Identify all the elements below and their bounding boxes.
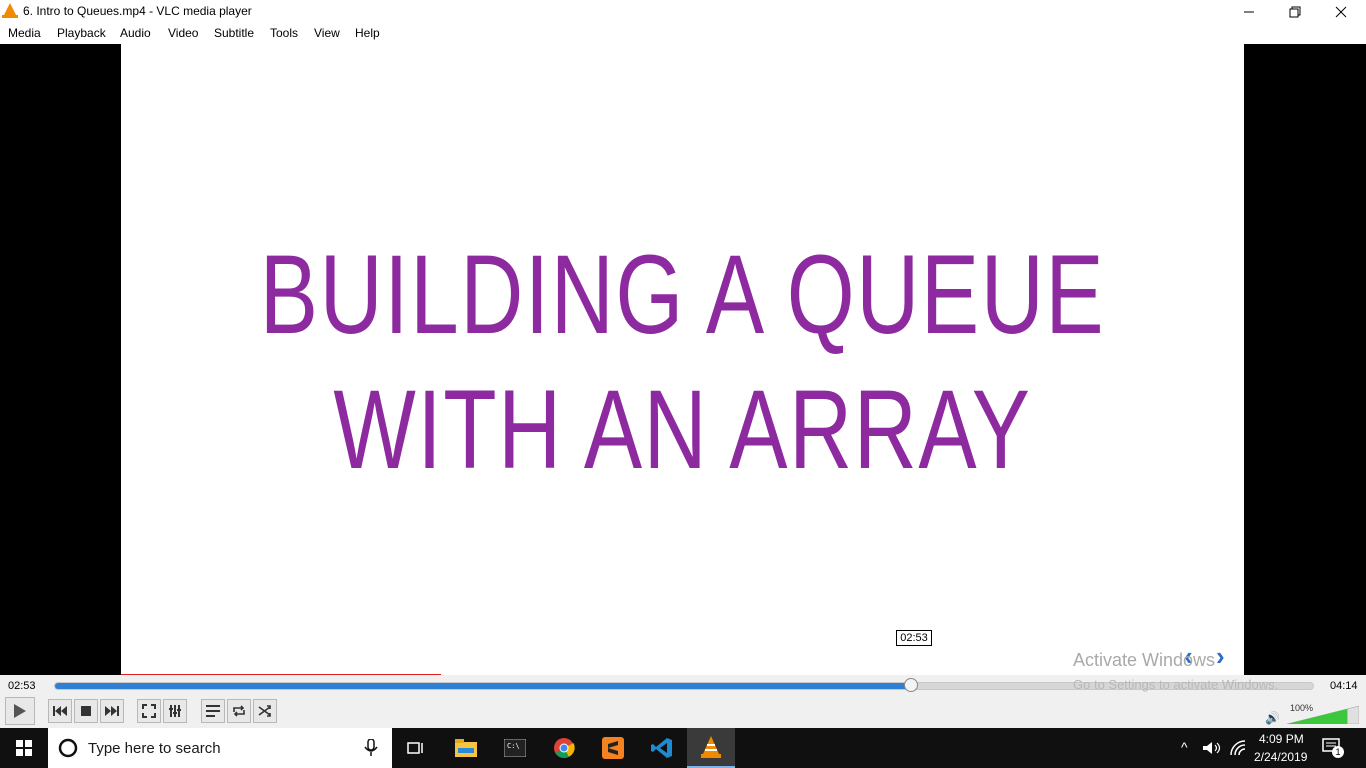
clock-time[interactable]: 4:09 PM [1259,732,1304,746]
taskbar: Type here to search C:\ ^ 4:09 PM 2/24/2… [0,728,1366,768]
sublime-text-icon [602,737,624,759]
taskbar-search[interactable]: Type here to search [48,728,392,768]
seek-bar-fill [55,683,912,689]
taskbar-vscode[interactable] [638,728,686,768]
taskbar-sublime-text[interactable] [589,728,637,768]
menu-bar: Media Playback Audio Video Subtitle Tool… [0,23,1366,44]
play-icon [14,704,26,718]
vscode-icon [651,738,672,758]
menu-subtitle[interactable]: Subtitle [214,26,254,40]
seek-handle[interactable] [903,678,918,692]
next-button[interactable] [100,699,124,723]
title-bar: 6. Intro to Queues.mp4 - VLC media playe… [0,0,1366,23]
window-title: 6. Intro to Queues.mp4 - VLC media playe… [23,4,252,18]
microphone-icon[interactable] [364,739,378,757]
total-time: 04:14 [1330,680,1358,692]
menu-media[interactable]: Media [8,26,41,40]
taskbar-chrome[interactable] [540,728,588,768]
loop-button[interactable] [227,699,251,723]
vlc-cone-icon [2,3,18,18]
seek-time-tooltip: 02:53 [896,630,932,646]
stop-button[interactable] [74,699,98,723]
loop-icon [233,705,245,717]
menu-audio[interactable]: Audio [120,26,151,40]
fullscreen-icon [142,704,156,718]
volume-slider[interactable] [1287,706,1359,724]
shuffle-icon [258,705,271,717]
menu-view[interactable]: View [314,26,340,40]
task-view-button[interactable] [392,728,440,768]
menu-help[interactable]: Help [355,26,380,40]
notification-badge: 1 [1332,746,1344,758]
activate-windows-title: Activate Windows [1073,650,1216,670]
menu-video[interactable]: Video [168,26,198,40]
shuffle-button[interactable] [253,699,277,723]
slide-heading-line-2: WITH AN ARRAY [333,367,1032,492]
restore-button[interactable] [1272,0,1318,23]
cortana-icon [58,738,78,758]
next-icon [105,706,119,716]
slide-heading-line-1: BUILDING A QUEUE [259,232,1106,357]
playlist-button[interactable] [201,699,225,723]
previous-icon [53,706,67,716]
extended-settings-button[interactable] [163,699,187,723]
play-button[interactable] [5,697,35,725]
taskbar-terminal[interactable]: C:\ [491,728,539,768]
close-icon [1335,6,1347,17]
task-view-icon [407,742,423,754]
minimize-button[interactable] [1226,0,1272,23]
chevron-up-icon[interactable]: ^ [1181,739,1188,755]
vlc-cone-icon [701,736,721,758]
chevron-right-icon: › [1216,641,1225,671]
taskbar-file-explorer[interactable] [442,728,490,768]
elapsed-time: 02:53 [8,680,36,692]
video-frame: BUILDING A QUEUE WITH AN ARRAY [121,44,1244,675]
volume-icon[interactable] [1203,741,1221,755]
previous-button[interactable] [48,699,72,723]
chrome-icon [554,738,575,758]
speaker-icon[interactable]: 🔊 [1265,711,1280,725]
windows-logo-icon [16,740,32,756]
svg-text:C:\: C:\ [507,742,520,750]
search-placeholder: Type here to search [88,740,221,757]
playlist-icon [206,705,220,717]
menu-playback[interactable]: Playback [57,26,106,40]
start-button[interactable] [0,728,48,768]
fullscreen-button[interactable] [137,699,161,723]
wifi-icon[interactable] [1230,740,1248,756]
clock-date[interactable]: 2/24/2019 [1254,750,1307,764]
equalizer-icon [169,705,181,717]
restore-icon [1289,6,1301,17]
activate-windows-subtitle: Go to Settings to activate Windows. [1073,677,1279,692]
folder-icon [455,739,477,757]
terminal-icon: C:\ [504,739,526,757]
stop-icon [81,706,91,716]
minimize-icon [1244,11,1254,12]
close-button[interactable] [1318,0,1364,23]
menu-tools[interactable]: Tools [270,26,298,40]
action-center-button[interactable]: 1 [1322,738,1344,758]
video-area[interactable]: BUILDING A QUEUE WITH AN ARRAY [0,44,1366,675]
taskbar-vlc[interactable] [687,728,735,768]
